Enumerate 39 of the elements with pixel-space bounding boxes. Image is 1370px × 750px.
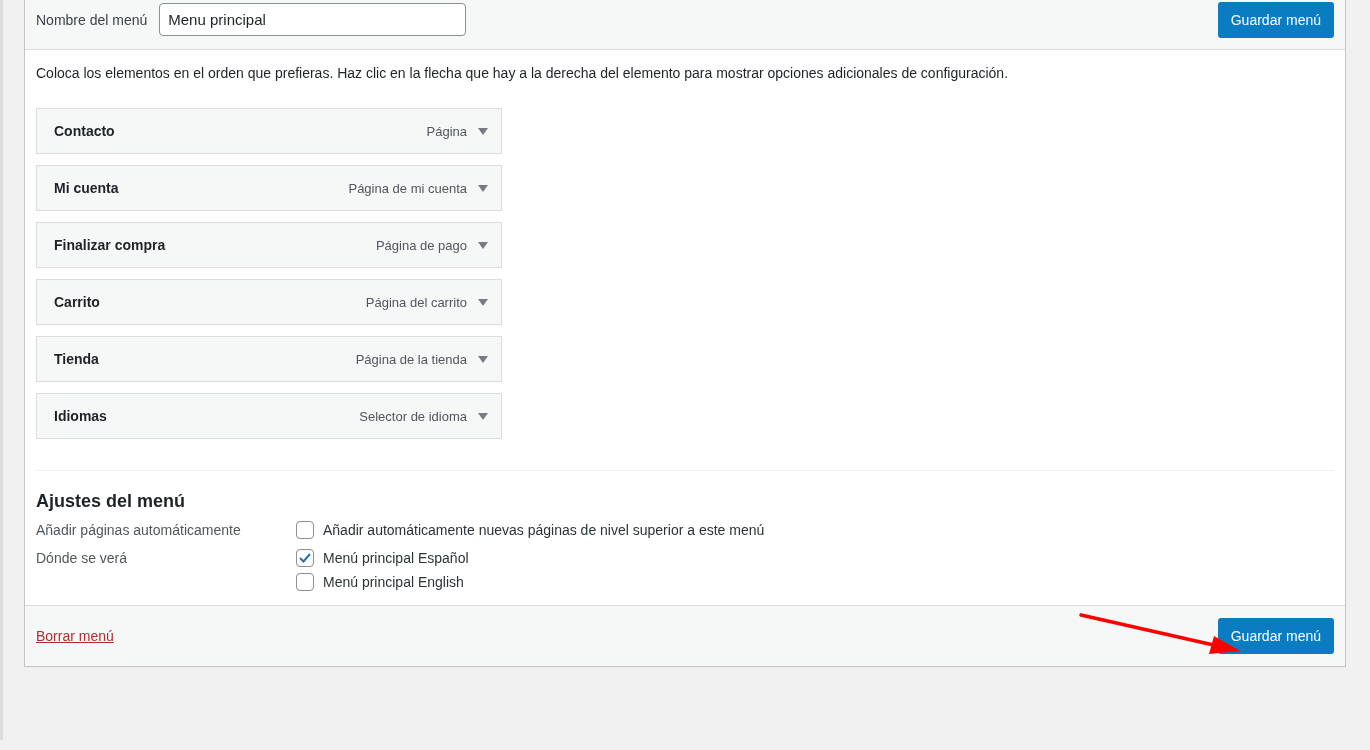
setting-label: Dónde se verá	[36, 549, 129, 568]
setting-label: Añadir páginas automáticamente	[36, 521, 242, 539]
delete-menu-link[interactable]: Borrar menú	[36, 628, 114, 644]
checkbox-label: Añadir automáticamente nuevas páginas de nivel superior a este menú	[323, 522, 765, 538]
instructions-text: Coloca los elementos en el orden que prefieras. Haz clic en la flecha que hay a la derecha del elemento para mostrar opciones adicionales de configuración.	[36, 65, 1010, 81]
menu-item[interactable]: Tienda Página de la tienda	[36, 336, 502, 382]
caret-icon[interactable]	[478, 127, 488, 135]
checkbox[interactable]	[296, 573, 314, 591]
caret-icon[interactable]	[478, 241, 488, 249]
checkbox[interactable]	[296, 549, 314, 567]
menu-item-title: Carrito	[54, 294, 101, 310]
menu-item[interactable]: Carrito Página del carrito	[36, 279, 502, 325]
menu-item[interactable]: Mi cuenta Página de mi cuenta	[36, 165, 502, 211]
menu-name-label: Nombre del menú	[36, 11, 148, 28]
menu-item-title: Mi cuenta	[54, 180, 120, 196]
caret-icon[interactable]	[478, 298, 488, 306]
menu-item-type: Página de mi cuenta	[348, 180, 467, 196]
checkbox-label: Menú principal English	[323, 574, 464, 590]
caret-icon[interactable]	[478, 184, 488, 192]
menu-item[interactable]: Contacto Página	[36, 108, 502, 154]
caret-icon[interactable]	[478, 412, 488, 420]
menu-item-type: Página de pago	[375, 237, 467, 253]
menu-item-title: Finalizar compra	[54, 237, 167, 253]
menu-item-title: Idiomas	[54, 408, 108, 424]
menu-item-type: Página de la tienda	[355, 351, 467, 367]
save-menu-button[interactable]: Guardar menú	[1217, 1, 1334, 38]
menu-item[interactable]: Finalizar compra Página de pago	[36, 222, 502, 268]
menu-name-field[interactable]: Menu principal	[159, 3, 467, 36]
save-menu-button[interactable]: Guardar menú	[1217, 618, 1334, 654]
menu-item-type: Selector de idioma	[359, 408, 467, 424]
menu-item-title: Tienda	[54, 351, 100, 367]
checkbox-label: Menú principal Español	[323, 550, 469, 566]
checkbox[interactable]	[296, 521, 314, 539]
menu-item[interactable]: Idiomas Selector de idioma	[36, 393, 502, 439]
settings-heading: Ajustes del menú	[36, 491, 187, 512]
menu-item-title: Contacto	[54, 123, 116, 139]
menu-item-type: Página del carrito	[365, 294, 467, 310]
menu-item-type: Página	[426, 123, 467, 139]
caret-icon[interactable]	[478, 355, 488, 363]
